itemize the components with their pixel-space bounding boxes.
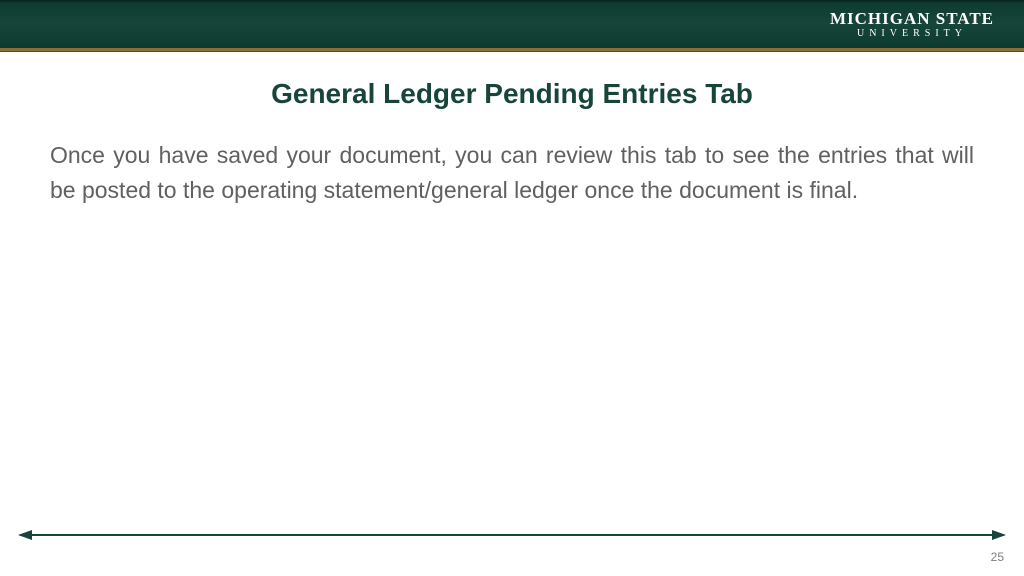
footer-divider-arrow xyxy=(20,534,1004,536)
header-bar: MICHIGAN STATE UNIVERSITY xyxy=(0,0,1024,48)
slide-title: General Ledger Pending Entries Tab xyxy=(50,78,974,110)
page-number: 25 xyxy=(991,550,1004,564)
header-accent-bar xyxy=(0,48,1024,52)
university-logo: MICHIGAN STATE UNIVERSITY xyxy=(830,10,994,39)
logo-sub-text: UNIVERSITY xyxy=(830,29,994,39)
logo-main-text: MICHIGAN STATE xyxy=(830,10,994,27)
slide-content: General Ledger Pending Entries Tab Once … xyxy=(0,48,1024,207)
slide-body-text: Once you have saved your document, you c… xyxy=(50,138,974,207)
